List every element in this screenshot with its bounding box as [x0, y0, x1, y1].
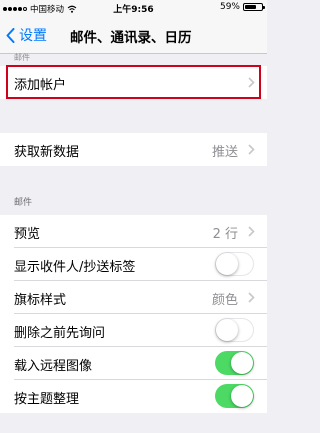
- show-to-cc-row: 显示收件人/抄送标签: [0, 248, 267, 281]
- flag-style-label: 旗标样式: [14, 293, 67, 308]
- back-button[interactable]: 设置: [6, 25, 47, 45]
- navigation-bar: 设置 邮件、通讯录、日历: [0, 16, 267, 54]
- organize-by-thread-label: 按主题整理: [14, 392, 80, 407]
- fetch-label: 获取新数据: [14, 145, 80, 160]
- organize-by-thread-toggle[interactable]: [215, 384, 254, 408]
- fetch-new-data-row[interactable]: 获取新数据 推送: [0, 133, 267, 166]
- fetch-value: 推送: [211, 145, 238, 160]
- highlight-box: [6, 65, 261, 99]
- preview-value: 2 行: [212, 227, 238, 242]
- page-title: 邮件、通讯录、日历: [70, 30, 192, 46]
- organize-by-thread-row: 按主题整理: [0, 380, 267, 413]
- flag-style-value: 颜色: [211, 293, 238, 308]
- ask-before-deleting-label: 删除之前先询问: [14, 326, 106, 341]
- battery-icon: [243, 3, 265, 11]
- load-remote-images-row: 载入远程图像: [0, 347, 267, 380]
- load-remote-images-toggle[interactable]: [215, 351, 254, 375]
- battery-percent: 59%: [219, 2, 240, 12]
- ask-before-deleting-row: 删除之前先询问: [0, 314, 267, 347]
- show-to-cc-toggle[interactable]: [215, 252, 254, 276]
- chevron-right-icon: [248, 292, 255, 303]
- status-bar: 中国移动 上午9:56 59%: [0, 0, 267, 16]
- section-header-partial: 邮件: [14, 53, 30, 62]
- load-remote-images-label: 载入远程图像: [14, 359, 93, 374]
- back-label: 设置: [19, 28, 47, 44]
- preview-label: 预览: [14, 227, 41, 242]
- chevron-right-icon: [248, 144, 255, 155]
- chevron-left-icon: [6, 27, 15, 43]
- flag-style-row[interactable]: 旗标样式 颜色: [0, 281, 267, 314]
- chevron-right-icon: [248, 226, 255, 237]
- show-to-cc-label: 显示收件人/抄送标签: [14, 260, 136, 275]
- ask-before-deleting-toggle[interactable]: [215, 318, 254, 342]
- mail-section-header: 邮件: [14, 198, 33, 208]
- preview-row[interactable]: 预览 2 行: [0, 215, 267, 248]
